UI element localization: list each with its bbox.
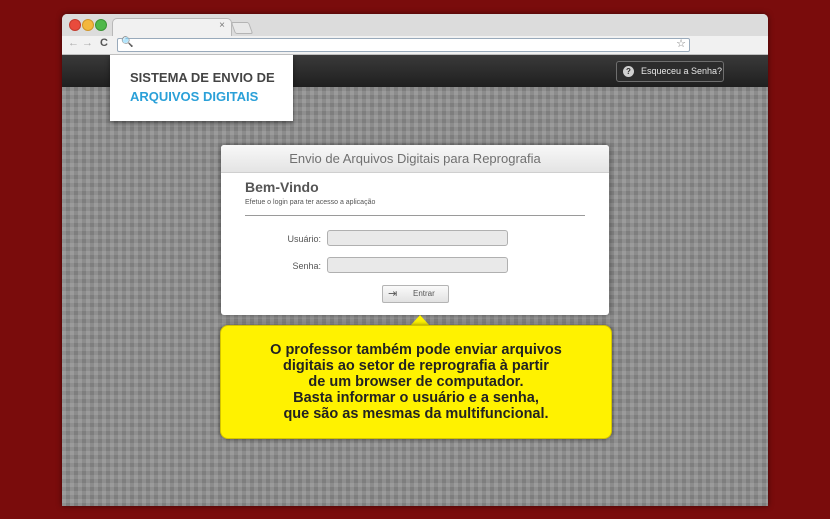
search-icon: 🔍	[121, 37, 134, 48]
bookmark-star-icon[interactable]: ☆	[676, 37, 686, 50]
login-card: Envio de Arquivos Digitais para Reprogra…	[221, 145, 609, 315]
callout-text: O professor também pode enviar arquivos …	[270, 342, 562, 422]
login-icon: ⇥	[388, 288, 398, 300]
welcome-heading: Bem-Vindo	[245, 179, 319, 195]
address-bar[interactable]: 🔍 ☆	[117, 37, 690, 52]
login-button-label: Entrar	[413, 289, 435, 298]
browser-tab[interactable]: ×	[112, 18, 232, 37]
username-input[interactable]	[327, 230, 508, 246]
login-card-title: Envio de Arquivos Digitais para Reprogra…	[221, 145, 609, 173]
close-window-button[interactable]	[69, 19, 81, 31]
new-tab-button[interactable]	[230, 22, 254, 34]
reload-icon[interactable]: C	[100, 37, 108, 49]
divider	[245, 215, 585, 216]
logo: SISTEMA DE ENVIO DE ARQUIVOS DIGITAIS	[110, 55, 293, 121]
question-icon: ?	[623, 66, 634, 77]
browser-toolbar: ← → C 🔍 ☆	[62, 36, 768, 55]
page-viewport: ? Esqueceu a Senha? SISTEMA DE ENVIO DE …	[62, 55, 768, 506]
login-subtitle: Efetue o login para ter acesso a aplicaç…	[245, 199, 376, 206]
forgot-password-label: Esqueceu a Senha?	[641, 66, 723, 76]
forward-arrow-icon[interactable]: →	[82, 37, 93, 49]
password-label: Senha:	[292, 261, 321, 271]
username-label: Usuário:	[287, 234, 321, 244]
forgot-password-button[interactable]: ? Esqueceu a Senha?	[616, 61, 724, 82]
browser-window: × ← → C 🔍 ☆ ? Esqueceu a Senha? SISTEMA …	[62, 14, 768, 506]
tab-close-icon[interactable]: ×	[219, 20, 225, 31]
password-input[interactable]	[327, 257, 508, 273]
tab-bar: ×	[62, 14, 768, 37]
minimize-window-button[interactable]	[82, 19, 94, 31]
maximize-window-button[interactable]	[95, 19, 107, 31]
logo-title-line2: ARQUIVOS DIGITAIS	[130, 89, 259, 104]
logo-title-line1: SISTEMA DE ENVIO DE	[130, 70, 275, 85]
back-arrow-icon[interactable]: ←	[68, 37, 79, 49]
login-button[interactable]: ⇥ Entrar	[382, 285, 449, 303]
info-callout: O professor também pode enviar arquivos …	[220, 325, 612, 439]
